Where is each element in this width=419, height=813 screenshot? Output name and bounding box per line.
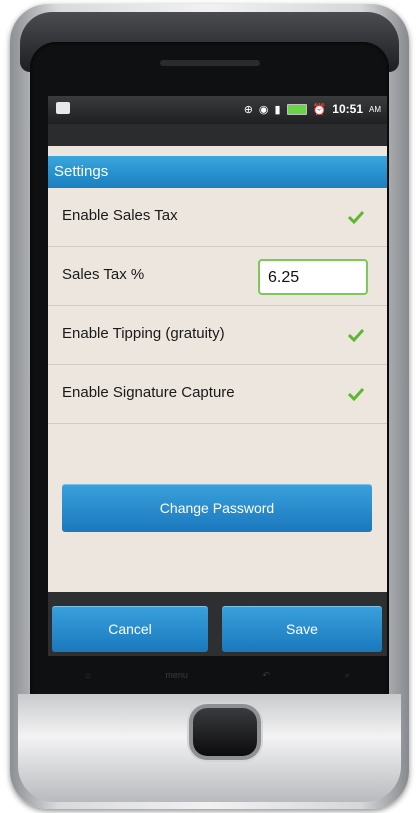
setting-label: Enable Sales Tax: [62, 207, 178, 224]
notification-icon: [56, 102, 70, 114]
status-icons: ⊕ ◉ ▮ ⏰ 10:51 AM: [244, 102, 381, 116]
setting-row-tipping[interactable]: Enable Tipping (gratuity): [48, 306, 387, 365]
hardware-home-button[interactable]: [193, 708, 257, 756]
wifi-icon: ◉: [258, 103, 269, 116]
checkmark-icon[interactable]: [348, 210, 364, 224]
tax-percent-input[interactable]: 6.25: [258, 259, 368, 295]
menu-softkey[interactable]: menu: [165, 670, 188, 680]
checkmark-icon[interactable]: [348, 328, 364, 342]
setting-label: Enable Signature Capture: [62, 384, 235, 401]
battery-icon: [286, 103, 307, 115]
signal-icon: ▮: [274, 103, 281, 116]
home-softkey-icon[interactable]: ⌂: [85, 670, 90, 680]
gps-icon: ⊕: [243, 103, 253, 116]
setting-label: Sales Tax %: [62, 266, 145, 283]
back-softkey-icon[interactable]: ↶: [262, 670, 270, 681]
change-password-button[interactable]: Change Password: [62, 484, 372, 532]
cancel-button[interactable]: Cancel: [52, 606, 208, 652]
page-title: Settings: [54, 163, 109, 180]
setting-label: Enable Tipping (gratuity): [62, 325, 225, 342]
setting-row-tax-percent: Sales Tax % 6.25: [48, 247, 387, 306]
status-ampm: AM: [369, 104, 381, 114]
title-bar: Settings: [48, 156, 387, 188]
status-bar: ⊕ ◉ ▮ ⏰ 10:51 AM: [48, 96, 387, 124]
earpiece-speaker: [160, 60, 260, 66]
header-band: [48, 124, 387, 146]
soft-keys: ⌂ menu ↶ ⌕: [48, 662, 387, 688]
save-button[interactable]: Save: [222, 606, 382, 652]
alarm-icon: ⏰: [312, 103, 327, 116]
app-screen: ⊕ ◉ ▮ ⏰ 10:51 AM Settings Enable Sales Ta…: [48, 96, 387, 656]
status-time: 10:51: [332, 102, 363, 116]
search-softkey-icon[interactable]: ⌕: [345, 670, 350, 681]
setting-row-signature[interactable]: Enable Signature Capture: [48, 365, 387, 424]
setting-row-sales-tax[interactable]: Enable Sales Tax: [48, 188, 387, 247]
checkmark-icon[interactable]: [348, 387, 364, 401]
